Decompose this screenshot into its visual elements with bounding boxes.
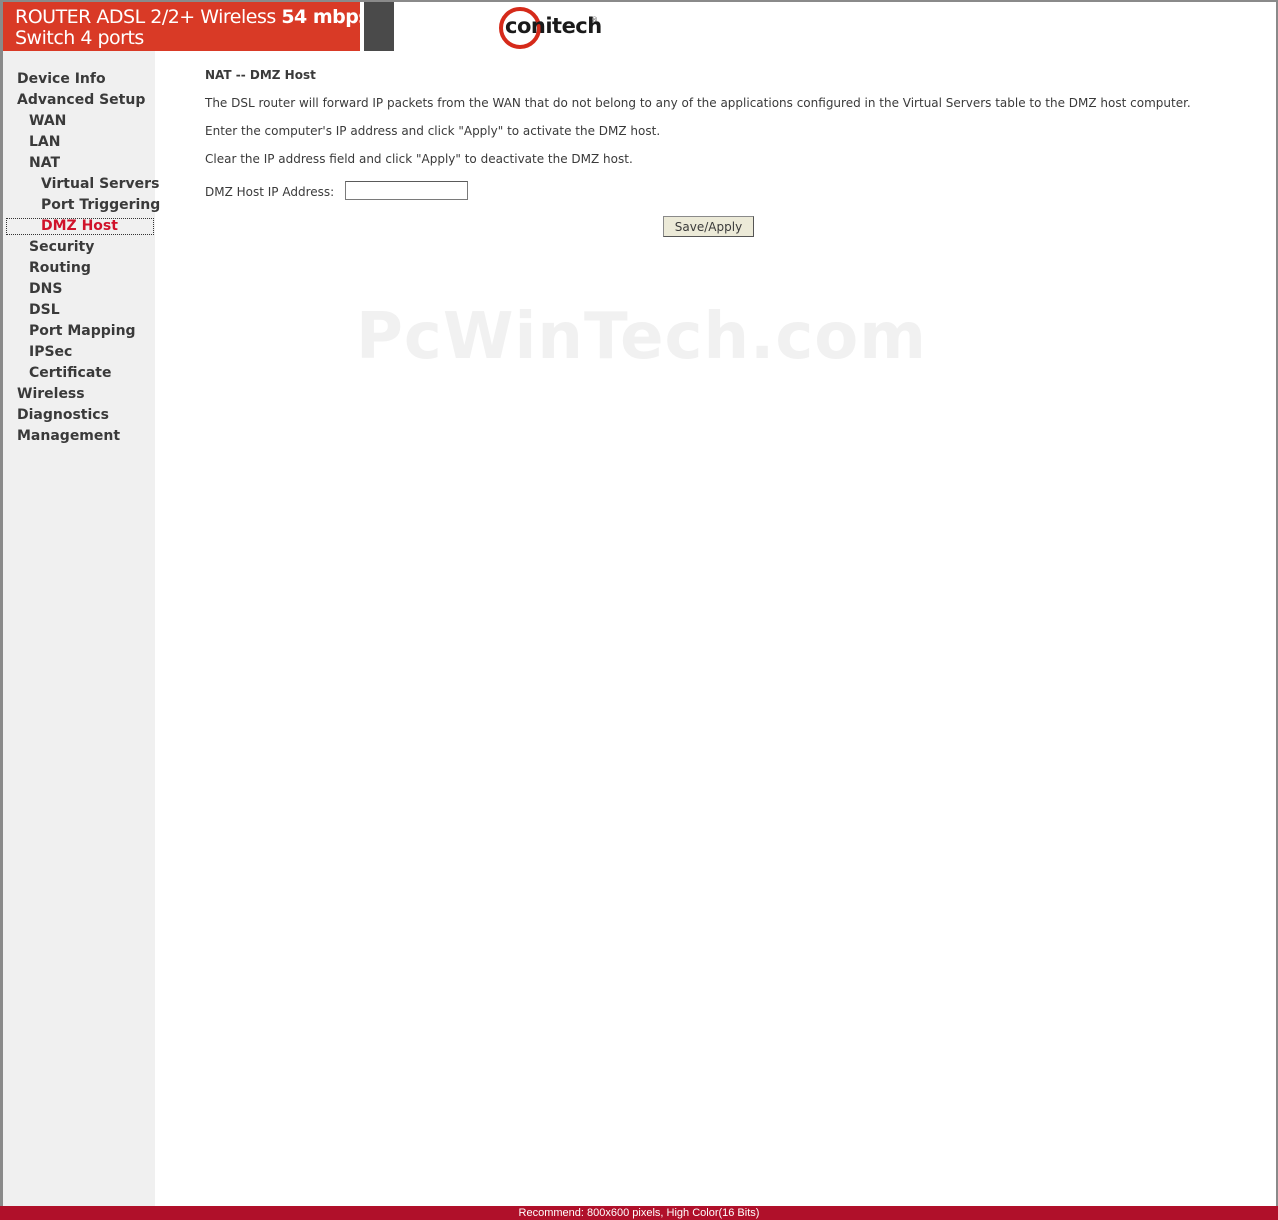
logo-text: conitech [505, 14, 602, 38]
sidebar-item-port-triggering[interactable]: Port Triggering [41, 196, 160, 214]
sidebar-item-management[interactable]: Management [17, 427, 120, 445]
sidebar-item-lan[interactable]: LAN [29, 133, 60, 151]
banner-product-name: ROUTER ADSL 2/2+ Wireless [15, 6, 276, 28]
banner-dark-block [364, 2, 394, 51]
sidebar-item-security[interactable]: Security [29, 238, 94, 256]
sidebar-item-dmz-host[interactable]: DMZ Host [41, 217, 118, 235]
sidebar-item-ipsec[interactable]: IPSec [29, 343, 72, 361]
main-content: NAT -- DMZ Host The DSL router will forw… [155, 51, 1276, 1206]
sidebar-item-dns[interactable]: DNS [29, 280, 62, 298]
sidebar-item-device-info[interactable]: Device Info [17, 70, 106, 88]
brand-logo: conitech ® [497, 4, 607, 50]
save-apply-button[interactable]: Save/Apply [663, 216, 754, 237]
sidebar-item-wan[interactable]: WAN [29, 112, 66, 130]
dmz-ip-input[interactable] [345, 181, 468, 200]
sidebar-item-certificate[interactable]: Certificate [29, 364, 111, 382]
sidebar-item-dsl[interactable]: DSL [29, 301, 60, 319]
sidebar-item-port-mapping[interactable]: Port Mapping [29, 322, 136, 340]
banner-line-2: Switch 4 ports [15, 27, 144, 49]
sidebar-item-nat[interactable]: NAT [29, 154, 60, 172]
sidebar-item-wireless[interactable]: Wireless [17, 385, 85, 403]
description-paragraph-1: The DSL router will forward IP packets f… [205, 96, 1191, 110]
dmz-ip-label: DMZ Host IP Address: [205, 185, 335, 199]
sidebar-item-routing[interactable]: Routing [29, 259, 91, 277]
page-title: NAT -- DMZ Host [205, 68, 316, 82]
banner-speed: 54 mbps [281, 6, 370, 28]
sidebar-nav: Device Info Advanced Setup WAN LAN NAT V… [3, 51, 160, 1206]
sidebar-item-virtual-servers[interactable]: Virtual Servers [41, 175, 159, 193]
product-banner: ROUTER ADSL 2/2+ Wireless 54 mbps Switch… [3, 2, 370, 51]
footer-recommendation: Recommend: 800x600 pixels, High Color(16… [0, 1206, 1278, 1220]
logo-registered-mark: ® [591, 16, 598, 24]
description-paragraph-3: Clear the IP address field and click "Ap… [205, 152, 633, 166]
banner-line-1: ROUTER ADSL 2/2+ Wireless 54 mbps [15, 6, 370, 28]
watermark: PcWinTech.com [356, 300, 927, 374]
sidebar-item-advanced-setup[interactable]: Advanced Setup [17, 91, 145, 109]
description-paragraph-2: Enter the computer's IP address and clic… [205, 124, 661, 138]
sidebar-item-diagnostics[interactable]: Diagnostics [17, 406, 109, 424]
